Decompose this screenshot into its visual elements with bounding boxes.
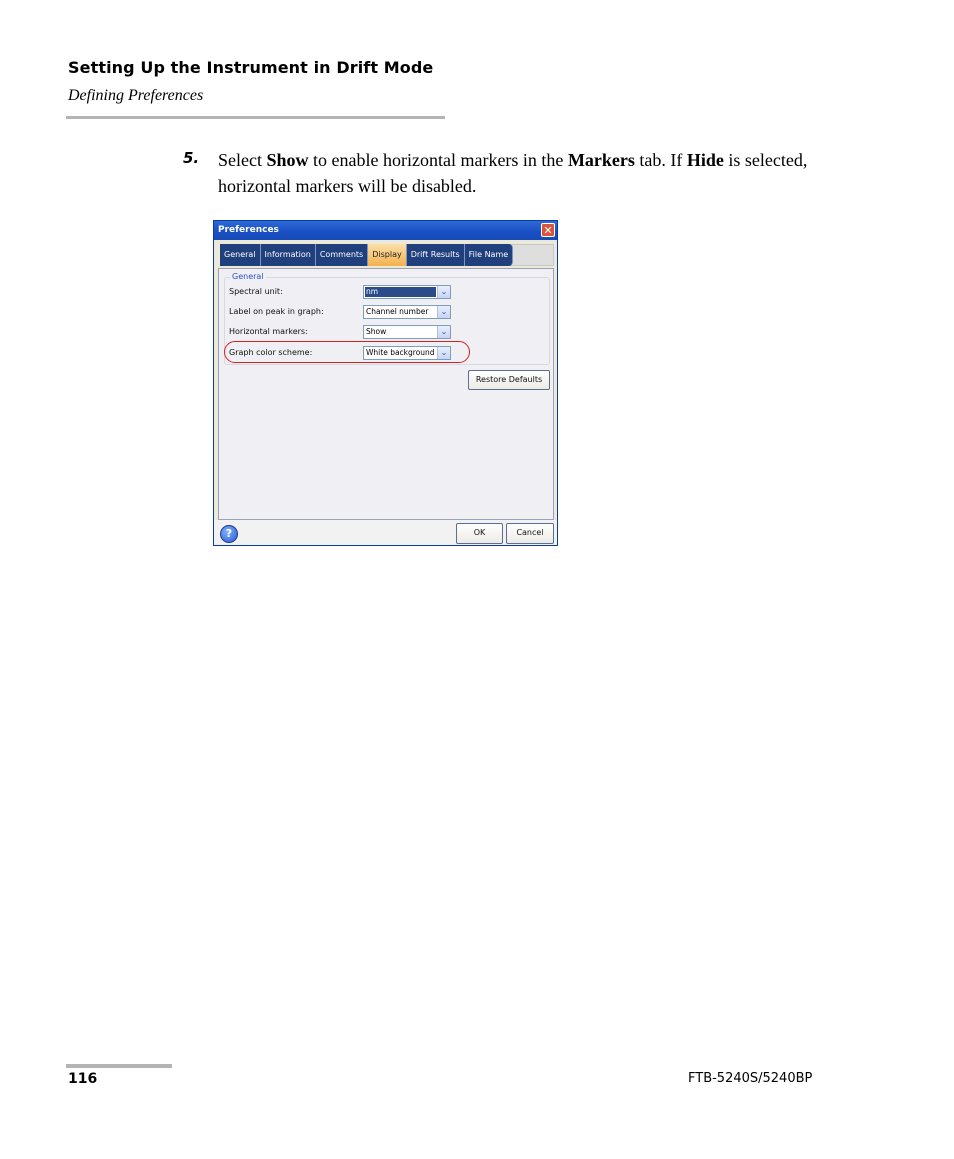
chevron-down-icon: ⌄ [437,286,450,298]
group-label: General [230,272,266,281]
display-tab-panel: General Spectral unit: nm ⌄ Label on pea… [218,268,554,520]
spectral-unit-label: Spectral unit: [229,287,283,296]
model-name: FTB-5240S/5240BP [688,1071,813,1086]
dialog-titlebar: Preferences ✕ [214,221,557,240]
close-icon[interactable]: ✕ [541,223,555,237]
footer-rule [66,1064,172,1068]
help-icon[interactable]: ? [220,525,238,543]
term-markers: Markers [567,150,635,170]
chevron-down-icon: ⌄ [437,306,450,318]
chapter-title: Setting Up the Instrument in Drift Mode [68,58,434,77]
tab-bar: General Information Comments Display Dri… [220,244,514,268]
chevron-down-icon: ⌄ [437,326,450,338]
spectral-unit-select[interactable]: nm ⌄ [363,285,451,299]
cancel-button[interactable]: Cancel [506,523,554,544]
dialog-title: Preferences [218,225,279,235]
label-on-peak-value: Channel number [366,307,429,316]
tab-drift-results[interactable]: Drift Results [406,244,465,266]
tab-display[interactable]: Display [368,244,407,266]
preferences-dialog: Preferences ✕ General Information Commen… [213,220,558,546]
restore-defaults-button[interactable]: Restore Defaults [468,370,550,390]
page-number: 116 [68,1071,98,1087]
spectral-unit-value: nm [365,287,436,297]
tab-general[interactable]: General [220,244,261,266]
label-on-peak-label: Label on peak in graph: [229,307,324,316]
tab-file-name[interactable]: File Name [464,244,514,266]
horizontal-markers-select[interactable]: Show ⌄ [363,325,451,339]
tab-information[interactable]: Information [260,244,316,266]
label-on-peak-select[interactable]: Channel number ⌄ [363,305,451,319]
highlight-ring [224,341,470,363]
term-show: Show [266,150,309,170]
step-number: 5. [183,149,200,167]
term-hide: Hide [686,150,724,170]
tab-comments[interactable]: Comments [315,244,369,266]
ok-button[interactable]: OK [456,523,503,544]
step-instruction: Select Show to enable horizontal markers… [218,150,808,196]
section-subtitle: Defining Preferences [68,87,204,104]
header-rule [66,116,445,119]
horizontal-markers-value: Show [366,327,387,336]
horizontal-markers-label: Horizontal markers: [229,327,308,336]
